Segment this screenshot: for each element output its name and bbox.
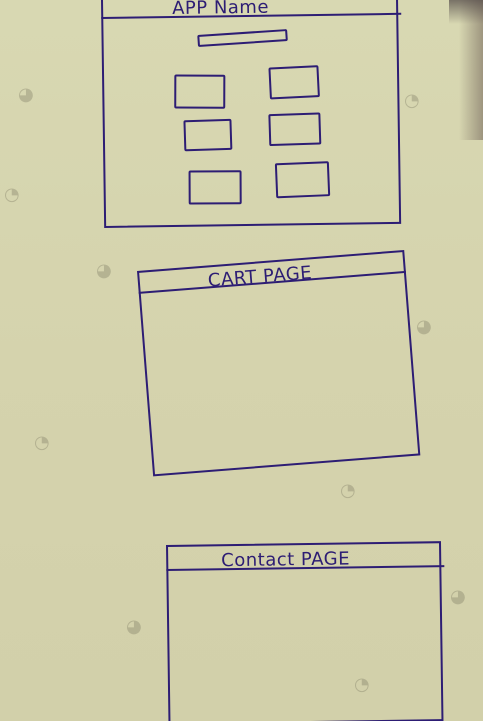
pattern-dot: ◕ xyxy=(450,586,466,607)
app-wireframe: APP Name xyxy=(100,0,404,232)
grid-card xyxy=(268,65,320,100)
paper-corner-shadow xyxy=(449,0,483,24)
pattern-dot: ◔ xyxy=(4,184,20,205)
pattern-dot: ◕ xyxy=(18,84,34,105)
grid-card xyxy=(188,170,242,205)
grid-card xyxy=(174,74,226,109)
contact-wireframe: Contact PAGE xyxy=(166,541,447,721)
grid-card xyxy=(274,161,331,199)
pattern-dot: ◕ xyxy=(126,616,142,637)
pattern-dot: ◔ xyxy=(404,90,420,111)
pattern-dot: ◔ xyxy=(340,480,356,501)
grid-card xyxy=(268,112,322,147)
grid-card xyxy=(183,118,233,152)
contact-title: Contact PAGE xyxy=(221,548,351,572)
pattern-dot: ◔ xyxy=(34,432,50,453)
app-title: APP Name xyxy=(171,0,270,20)
cart-wireframe: CART PAGE xyxy=(137,248,450,496)
pattern-dot: ◕ xyxy=(96,260,112,281)
notebook-paper: ◕ ◔ ◕ ◔ ◕ ◔ ◕ ◔ ◕ ◔ APP Name CART PAGE C… xyxy=(0,0,483,721)
